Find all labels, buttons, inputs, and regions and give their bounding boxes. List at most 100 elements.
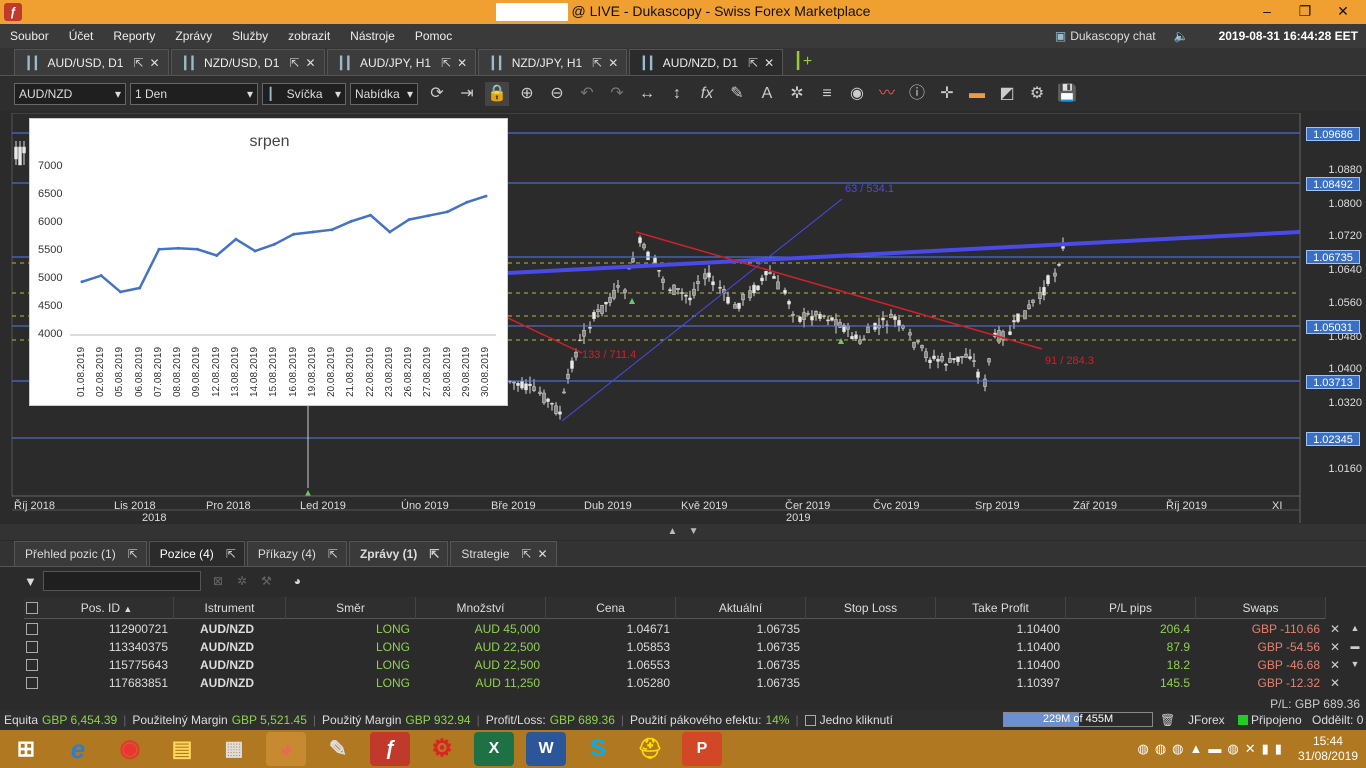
col-amount[interactable]: Množství	[416, 597, 546, 619]
offer-side-select[interactable]: Nabídka ▾	[350, 83, 418, 105]
table-row[interactable]: 117683851 AUD/NZD LONG AUD 11,250 1.05280 1.0…	[24, 674, 1340, 692]
menu-view[interactable]: zobrazit	[278, 29, 340, 43]
save-icon[interactable]: 💾	[1055, 82, 1079, 106]
memory-bar[interactable]: 229M of 455M	[1003, 712, 1153, 727]
popout-icon[interactable]: ⇱	[133, 56, 143, 70]
trash-icon[interactable]: 🗑	[1160, 713, 1175, 727]
col-side[interactable]: Směr	[286, 597, 416, 619]
row-checkbox[interactable]	[26, 623, 38, 635]
period-select[interactable]: 1 Den ▾	[130, 83, 258, 105]
price-level-box[interactable]: 1.02345	[1306, 432, 1360, 446]
close-tab-icon[interactable]: ✕	[537, 547, 547, 561]
lock-icon[interactable]: 🔒	[485, 82, 509, 106]
select-all-checkbox[interactable]	[26, 602, 38, 614]
row-checkbox[interactable]	[26, 659, 38, 671]
row-checkbox[interactable]	[26, 641, 38, 653]
menu-file[interactable]: Soubor	[0, 29, 59, 43]
horizontal-scale-icon[interactable]: ↔	[635, 82, 659, 106]
zoom-out-icon[interactable]: ⊖	[545, 82, 569, 106]
close-button[interactable]: ✕	[1324, 0, 1362, 24]
speaker-icon[interactable]: 🔈	[1174, 29, 1189, 43]
add-chart-icon[interactable]: ┃+	[793, 51, 812, 71]
tab-positions-summary[interactable]: Přehled pozic (1) ⇱	[14, 541, 147, 566]
explorer-icon[interactable]: ▤	[162, 732, 202, 766]
table-row[interactable]: 112900721 AUD/NZD LONG AUD 45,000 1.04671 1.0…	[24, 620, 1340, 638]
layers-icon[interactable]: ≡	[815, 82, 839, 106]
tools-icon[interactable]: ⚒	[261, 574, 272, 588]
col-take-profit[interactable]: Take Profit	[936, 597, 1066, 619]
paint-bucket-icon[interactable]: ◩	[995, 82, 1019, 106]
menu-reports[interactable]: Reporty	[103, 29, 165, 43]
tray-icons[interactable]: ◍◍◍▲▬◍✕▮▮	[1137, 741, 1287, 757]
table-scrollbar[interactable]: ▲ ▬ ▼	[1348, 619, 1362, 691]
table-row[interactable]: 113340375 AUD/NZD LONG AUD 22,500 1.05853 1.0…	[24, 638, 1340, 656]
menu-messages[interactable]: Zprávy	[165, 29, 222, 43]
refresh-icon[interactable]: ⟳	[425, 82, 449, 106]
powerpoint-icon[interactable]: P	[682, 732, 722, 766]
merge-icon[interactable]: ✲	[237, 574, 247, 588]
zoom-in-icon[interactable]: ⊕	[515, 82, 539, 106]
clock[interactable]: 15:44 31/08/2019	[1298, 734, 1358, 764]
ie-icon[interactable]: e	[58, 732, 98, 766]
close-tab-icon[interactable]: ✕	[305, 56, 315, 70]
jforex-icon[interactable]: ƒ	[370, 732, 410, 766]
price-level-box[interactable]: 1.09686	[1306, 127, 1360, 141]
price-level-box[interactable]: 1.08492	[1306, 177, 1360, 191]
tab-messages[interactable]: Zprávy (1) ⇱	[348, 541, 449, 566]
col-swaps[interactable]: Swaps	[1196, 597, 1326, 619]
skype-icon[interactable]: S	[578, 732, 618, 766]
instrument-select[interactable]: AUD/NZD ▾	[14, 83, 126, 105]
drawing-pencil-icon[interactable]: ✎	[725, 82, 749, 106]
crosshair-icon[interactable]: ✛	[935, 82, 959, 106]
close-position-icon[interactable]: ✕	[1330, 674, 1340, 692]
firefox-icon[interactable]: ◕	[266, 732, 306, 766]
popout-icon[interactable]: ⇱	[441, 56, 451, 70]
chart-type-select[interactable]: ┃ Svíčka ▾	[262, 83, 346, 105]
sirius-icon[interactable]: ⛑	[630, 732, 670, 766]
col-pl-pips[interactable]: P/L pips	[1066, 597, 1196, 619]
pie-chart-icon[interactable]: ◕	[294, 574, 301, 588]
paint-icon[interactable]: ✎	[318, 732, 358, 766]
filter-icon[interactable]: ▼	[24, 574, 37, 589]
popout-icon[interactable]: ⇱	[226, 547, 236, 561]
price-level-box[interactable]: 1.05031	[1306, 320, 1360, 334]
filter-input[interactable]	[42, 571, 201, 591]
windows-start-icon[interactable]: ⊞	[6, 732, 46, 766]
panel-splitter[interactable]: ▲ ▼	[0, 524, 1366, 540]
tab-aud-nzd[interactable]: ┃┃ AUD/NZD, D1 ⇱ ✕	[629, 49, 784, 75]
close-position-icon[interactable]: ✕	[1330, 620, 1340, 638]
maximize-button[interactable]: ❐	[1286, 0, 1324, 24]
trend-icon[interactable]: 〰	[875, 82, 899, 106]
row-checkbox[interactable]	[26, 677, 38, 689]
popout-icon[interactable]: ⇱	[592, 56, 602, 70]
current-price-box[interactable]: 1.06735	[1306, 250, 1360, 264]
col-stop-loss[interactable]: Stop Loss	[806, 597, 936, 619]
eye-icon[interactable]: ◉	[845, 82, 869, 106]
indicators-icon[interactable]: fx	[695, 82, 719, 106]
excel-icon[interactable]: X	[474, 732, 514, 766]
text-tool-icon[interactable]: A	[755, 82, 779, 106]
col-instrument[interactable]: Istrument	[174, 597, 286, 619]
menu-services[interactable]: Služby	[222, 29, 278, 43]
popout-icon[interactable]: ⇱	[429, 547, 439, 561]
chat-icon[interactable]: ▣	[1055, 29, 1066, 43]
ruler-icon[interactable]: ▬	[965, 82, 989, 106]
settings-gear-icon[interactable]: ⚙	[422, 732, 462, 766]
popout-icon[interactable]: ⇱	[328, 547, 338, 561]
menu-help[interactable]: Pomoc	[405, 29, 462, 43]
inset-line-chart[interactable]: srpen 7000 6500 6000 5500 5000 4500 4000…	[29, 118, 508, 406]
close-tab-icon[interactable]: ✕	[150, 56, 160, 70]
collapse-down-icon[interactable]: ▼	[689, 526, 699, 537]
tab-positions[interactable]: Pozice (4) ⇱	[148, 541, 245, 566]
minimize-button[interactable]: –	[1248, 0, 1286, 24]
popout-icon[interactable]: ⇱	[748, 56, 758, 70]
undo-icon[interactable]: ↶	[575, 82, 599, 106]
popout-icon[interactable]: ⇱	[128, 547, 138, 561]
redo-icon[interactable]: ↷	[605, 82, 629, 106]
chrome-icon[interactable]: ◉	[110, 732, 150, 766]
col-price[interactable]: Cena	[546, 597, 676, 619]
col-current[interactable]: Aktuální	[676, 597, 806, 619]
settings-icon[interactable]: ⚙	[1025, 82, 1049, 106]
close-tab-icon[interactable]: ✕	[764, 56, 774, 70]
close-position-icon[interactable]: ✕	[1330, 638, 1340, 656]
